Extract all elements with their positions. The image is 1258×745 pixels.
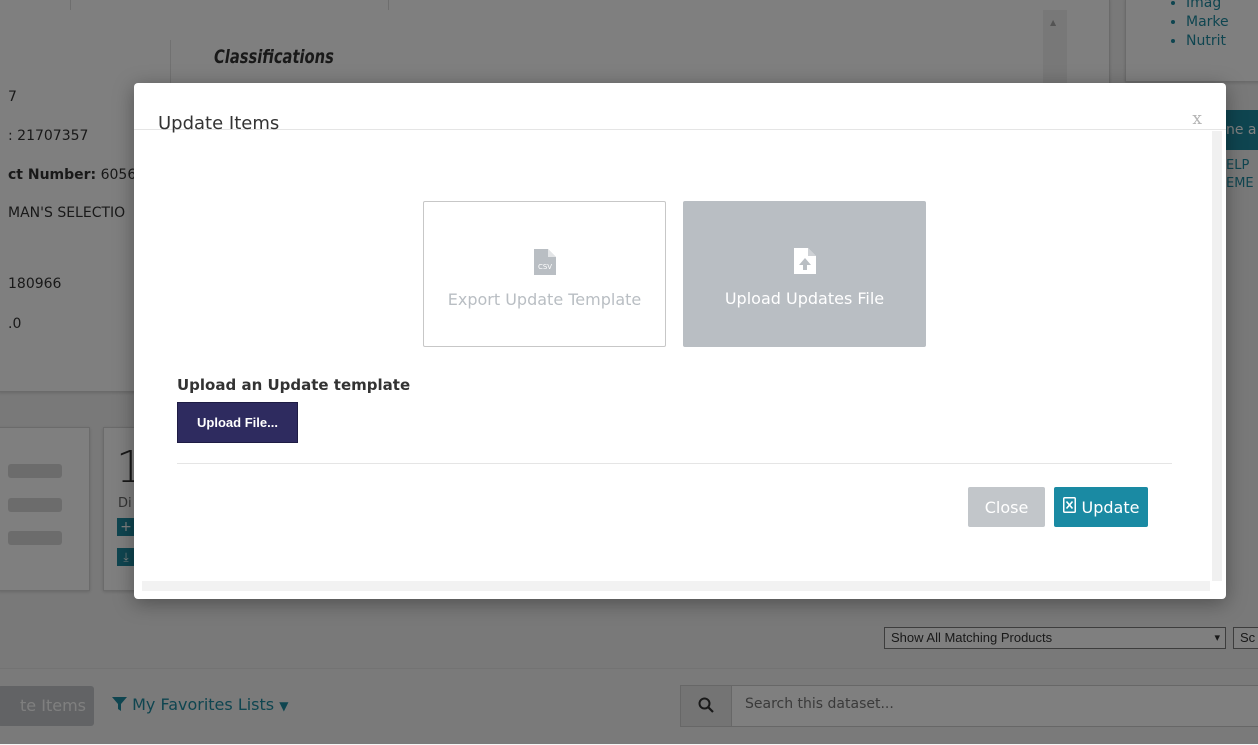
modal-header: Update Items x: [134, 83, 1226, 134]
svg-text:CSV: CSV: [537, 263, 551, 271]
excel-file-icon: [1062, 497, 1076, 517]
upload-template-heading: Upload an Update template: [177, 376, 411, 394]
export-update-template-tile[interactable]: CSV Export Update Template: [423, 201, 666, 347]
upload-updates-file-tile[interactable]: Upload Updates File: [683, 201, 926, 347]
export-update-template-label: Export Update Template: [447, 290, 642, 309]
update-button-label: Update: [1081, 497, 1140, 517]
modal-footer-strip: [142, 581, 1210, 591]
file-upload-icon: [793, 248, 816, 278]
csv-file-icon: CSV: [533, 249, 556, 279]
modal-scrollbar[interactable]: [1212, 131, 1222, 581]
upload-file-button[interactable]: Upload File...: [177, 402, 298, 443]
modal-title: Update Items: [158, 113, 280, 134]
update-items-modal: Update Items x CSV Export Update Templat…: [134, 83, 1226, 599]
close-icon[interactable]: x: [1192, 109, 1202, 129]
update-button[interactable]: Update: [1054, 487, 1148, 527]
modal-divider: [177, 463, 1172, 464]
close-button[interactable]: Close: [968, 487, 1045, 527]
upload-updates-file-label: Upload Updates File: [724, 289, 885, 308]
